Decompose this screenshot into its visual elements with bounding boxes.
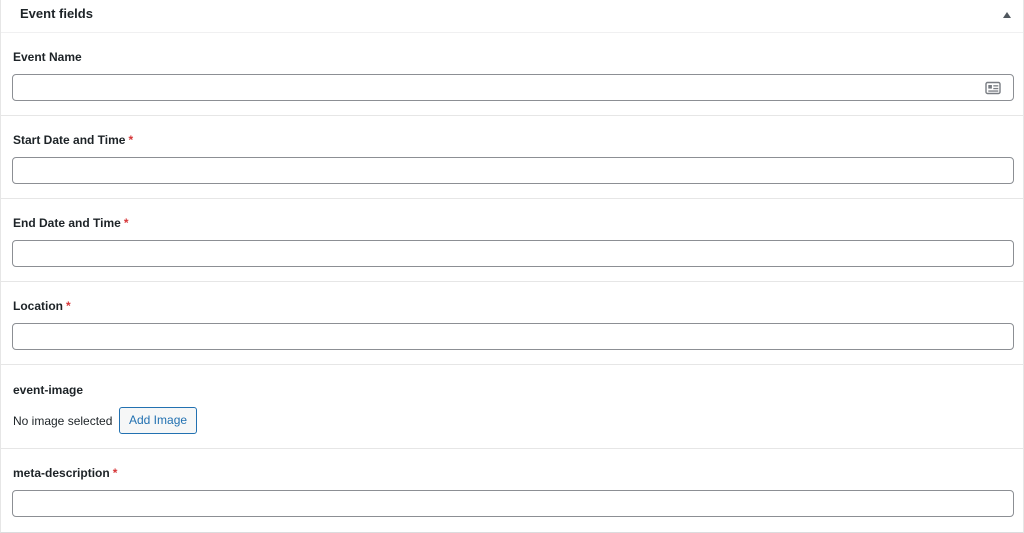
end-datetime-input[interactable] xyxy=(12,240,1014,267)
panel-header: Event fields xyxy=(1,0,1023,33)
triangle-up-icon xyxy=(1003,12,1011,18)
event-name-input[interactable] xyxy=(12,74,1014,101)
start-datetime-label: Start Date and Time * xyxy=(13,133,134,147)
no-image-status: No image selected xyxy=(13,414,113,428)
required-marker: * xyxy=(123,216,129,230)
required-marker: * xyxy=(112,466,118,480)
start-datetime-input[interactable] xyxy=(12,157,1014,184)
event-fields-panel: Event fields Event Name Start Date and T… xyxy=(0,0,1024,533)
end-datetime-label: End Date and Time * xyxy=(13,216,129,230)
event-image-field: event-image No image selected Add Image xyxy=(1,365,1023,449)
collapse-toggle-button[interactable] xyxy=(999,8,1015,22)
end-datetime-field: End Date and Time * xyxy=(1,199,1023,282)
contact-card-icon[interactable] xyxy=(985,81,1001,95)
location-input[interactable] xyxy=(12,323,1014,350)
meta-description-label: meta-description * xyxy=(13,466,118,480)
event-name-label: Event Name xyxy=(13,50,82,64)
location-label: Location * xyxy=(13,299,71,313)
start-datetime-field: Start Date and Time * xyxy=(1,116,1023,199)
meta-description-field: meta-description * xyxy=(1,449,1023,532)
meta-description-input[interactable] xyxy=(12,490,1014,517)
location-field: Location * xyxy=(1,282,1023,365)
panel-title: Event fields xyxy=(20,6,93,21)
event-name-field: Event Name xyxy=(1,33,1023,116)
add-image-button[interactable]: Add Image xyxy=(119,407,198,434)
required-marker: * xyxy=(66,299,71,313)
event-image-label: event-image xyxy=(13,383,84,397)
required-marker: * xyxy=(128,133,134,147)
